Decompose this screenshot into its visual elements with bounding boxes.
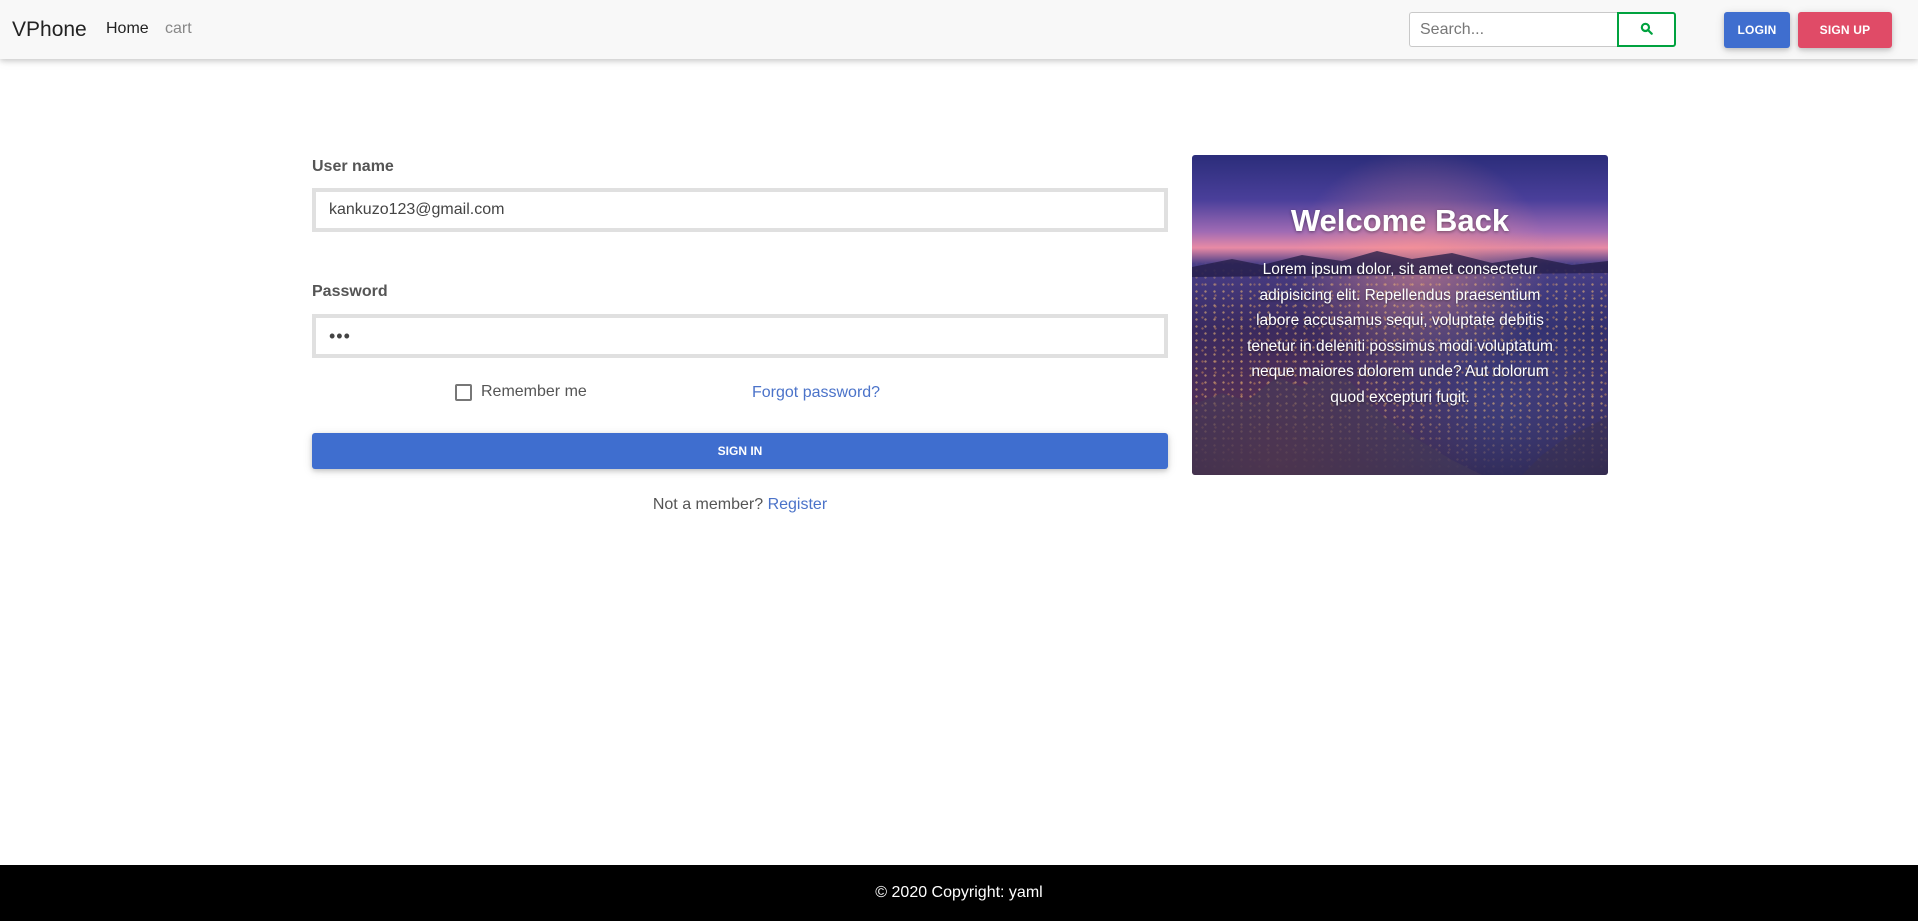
welcome-title: Welcome Back [1290,203,1510,238]
search-icon [1640,22,1653,38]
username-field[interactable] [312,188,1168,232]
signup-button[interactable]: SIGN UP [1798,12,1892,48]
brand-logo-link[interactable]: VPhone [12,17,87,43]
page-footer: © 2020 Copyright: yaml [0,865,1918,921]
welcome-text: Lorem ipsum dolor, sit amet consectetur … [1247,261,1553,406]
remember-me-option[interactable]: Remember me [455,383,587,401]
nav-link-cart[interactable]: cart [165,19,192,39]
username-label: User name [312,158,394,175]
password-label: Password [312,283,388,300]
login-button[interactable]: LOGIN [1724,12,1790,48]
password-field[interactable] [312,314,1168,358]
remember-me-label: Remember me [481,383,587,400]
top-navbar: VPhone Home cart LOGIN SIGN UP [0,0,1918,59]
remember-me-checkbox[interactable] [455,383,472,401]
welcome-card: Welcome Back Lorem ipsum dolor, sit amet… [1192,155,1608,475]
forgot-password-link[interactable]: Forgot password? [752,383,880,403]
register-prompt: Not a member? Register [312,495,1168,515]
copyright-text: © 2020 Copyright: yaml [875,884,1043,901]
nav-link-home[interactable]: Home [106,19,149,39]
search-button[interactable] [1617,12,1676,47]
register-link[interactable]: Register [768,496,828,513]
sign-in-button[interactable]: SIGN IN [312,433,1168,469]
not-member-text: Not a member? [652,496,764,513]
search-input[interactable] [1409,12,1618,47]
